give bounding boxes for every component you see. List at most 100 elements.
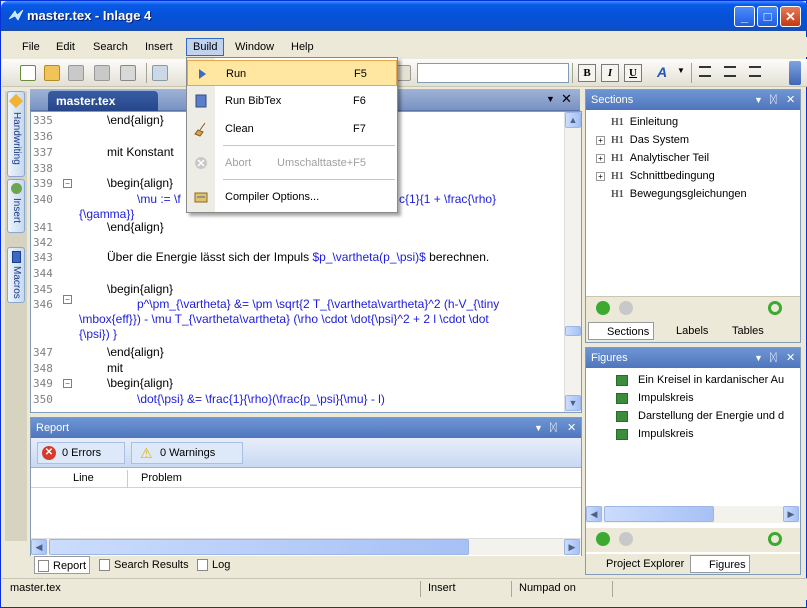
report-scroll-left[interactable]: ◀ <box>31 539 47 555</box>
code-line[interactable]: \end{align} <box>107 345 164 359</box>
figure-item[interactable]: Darstellung der Energie und d <box>616 410 784 422</box>
figure-item[interactable]: Impulskreis <box>616 392 694 404</box>
figures-scroll-left[interactable]: ◀ <box>586 506 602 522</box>
toolbar-overflow-button[interactable] <box>789 61 801 85</box>
add-section-icon[interactable] <box>596 301 610 315</box>
section-item[interactable]: + H1 Schnittbedingung <box>596 170 715 182</box>
code-line[interactable]: \begin{align} <box>107 176 173 190</box>
expand-icon[interactable]: + <box>596 136 605 145</box>
tab-labels[interactable]: Labels <box>658 322 708 340</box>
report-dropdown-icon[interactable]: ▼ <box>534 418 543 438</box>
menu-clean[interactable]: Clean F7 <box>187 116 397 142</box>
report-pin-icon[interactable]: ᛞ <box>550 418 557 438</box>
bold-button[interactable]: B <box>578 64 596 82</box>
code-line[interactable]: mit Konstant <box>107 145 174 159</box>
menu-file[interactable]: File <box>16 38 46 56</box>
save-icon[interactable] <box>68 65 84 81</box>
code-line[interactable]: Über die Energie lässt sich der Impuls $… <box>107 250 489 264</box>
report-close-icon[interactable]: ✕ <box>567 418 576 438</box>
refresh-figures-icon[interactable] <box>768 532 782 546</box>
italic-button[interactable]: I <box>601 64 619 82</box>
document-tab[interactable]: master.tex <box>48 91 158 111</box>
section-item[interactable]: + H1 Das System <box>596 134 689 146</box>
toolbar-search-input[interactable] <box>417 63 569 83</box>
close-tab-icon[interactable]: ✕ <box>561 91 572 107</box>
section-item[interactable]: +H1Einleitung <box>596 116 678 128</box>
code-line-wrap[interactable]: c{1}{1 + \frac{\rho} <box>399 192 496 206</box>
tab-report[interactable]: Report <box>34 556 90 574</box>
scroll-thumb[interactable] <box>565 326 581 336</box>
figures-scroll-right[interactable]: ▶ <box>783 506 799 522</box>
cut-icon[interactable] <box>152 65 168 81</box>
code-line[interactable]: \end{align} <box>107 113 164 127</box>
figure-item[interactable]: Ein Kreisel in kardanischer Au <box>616 374 784 386</box>
tab-list-dropdown-icon[interactable]: ▼ <box>546 94 555 104</box>
report-scroll-right[interactable]: ▶ <box>564 539 580 555</box>
col-line[interactable]: Line <box>73 472 94 484</box>
open-folder-icon[interactable] <box>44 65 60 81</box>
section-item[interactable]: +H1Bewegungsgleichungen <box>596 188 747 200</box>
code-line[interactable]: mit <box>107 361 123 375</box>
tab-insert[interactable]: Insert <box>7 179 25 233</box>
figures-hscrollbar[interactable]: ◀ ▶ <box>586 506 800 523</box>
align-left-icon[interactable] <box>699 66 711 77</box>
tab-macros[interactable]: Macros <box>7 247 25 303</box>
align-right-icon[interactable] <box>749 66 761 77</box>
expand-icon[interactable]: + <box>596 154 605 163</box>
menu-window[interactable]: Window <box>229 38 280 56</box>
report-scroll-thumb[interactable] <box>49 539 469 555</box>
tab-handwriting[interactable]: Handwriting <box>7 91 25 177</box>
tab-tables[interactable]: Tables <box>714 322 764 340</box>
scroll-up-button[interactable]: ▲ <box>565 112 581 128</box>
menu-compiler-options[interactable]: Compiler Options... <box>187 184 397 210</box>
tab-search-results[interactable]: Search Results <box>96 556 189 574</box>
figure-item[interactable]: Impulskreis <box>616 428 694 440</box>
sections-dropdown-icon[interactable]: ▼ <box>754 90 763 110</box>
title-bar[interactable]: master.tex - Inlage 4 _ □ ✕ <box>1 1 807 31</box>
print-icon[interactable] <box>120 65 136 81</box>
editor-scrollbar[interactable]: ▲ ▼ <box>564 112 581 412</box>
new-file-icon[interactable] <box>20 65 36 81</box>
menu-run-bibtex[interactable]: Run BibTex F6 <box>187 88 397 114</box>
fold-toggle-icon[interactable]: − <box>63 379 72 388</box>
figures-dropdown-icon[interactable]: ▼ <box>754 348 763 368</box>
add-figure-icon[interactable] <box>596 532 610 546</box>
fold-toggle-icon[interactable]: − <box>63 295 72 304</box>
figures-pin-icon[interactable]: ᛞ <box>770 348 777 368</box>
scroll-down-button[interactable]: ▼ <box>565 395 581 411</box>
code-line-wrap[interactable]: {\gamma}} <box>79 207 134 221</box>
sections-close-icon[interactable]: ✕ <box>786 90 795 110</box>
menu-run[interactable]: Run F5 <box>187 60 397 86</box>
font-color-button[interactable]: A <box>657 64 667 80</box>
menu-help[interactable]: Help <box>285 38 320 56</box>
errors-filter[interactable]: ✕ 0 Errors <box>37 442 125 464</box>
maximize-button[interactable]: □ <box>757 6 778 27</box>
code-line[interactable]: \begin{align} <box>107 376 173 390</box>
minimize-button[interactable]: _ <box>734 6 755 27</box>
code-line[interactable]: p^\pm_{\vartheta} &= \pm \sqrt{2 T_{\var… <box>137 297 499 311</box>
menu-abort[interactable]: Abort Umschalttaste+F5 <box>187 150 397 176</box>
fold-toggle-icon[interactable]: − <box>63 179 72 188</box>
expand-icon[interactable]: + <box>596 172 605 181</box>
tab-figures[interactable]: Figures <box>690 555 750 573</box>
save-all-icon[interactable] <box>94 65 110 81</box>
figures-close-icon[interactable]: ✕ <box>786 348 795 368</box>
menu-edit[interactable]: Edit <box>50 38 81 56</box>
col-problem[interactable]: Problem <box>141 472 182 484</box>
warnings-filter[interactable]: ⚠ 0 Warnings <box>131 442 243 464</box>
code-line[interactable]: \dot{\psi} &= \frac{1}{\rho}(\frac{p_\ps… <box>137 392 385 406</box>
underline-button[interactable]: U <box>624 64 642 82</box>
tab-project-explorer[interactable]: Project Explorer <box>588 555 684 573</box>
close-button[interactable]: ✕ <box>780 6 801 27</box>
code-line[interactable]: \begin{align} <box>107 282 173 296</box>
remove-figure-icon[interactable] <box>619 532 633 546</box>
code-line[interactable]: \mu := \f <box>137 192 181 206</box>
menu-search[interactable]: Search <box>87 38 134 56</box>
tab-log[interactable]: Log <box>194 556 230 574</box>
code-line[interactable]: \end{align} <box>107 220 164 234</box>
menu-insert[interactable]: Insert <box>139 38 179 56</box>
sections-pin-icon[interactable]: ᛞ <box>770 90 777 110</box>
figures-scroll-thumb[interactable] <box>604 506 714 522</box>
chevron-down-icon[interactable]: ▼ <box>677 66 685 75</box>
align-center-icon[interactable] <box>724 66 736 77</box>
